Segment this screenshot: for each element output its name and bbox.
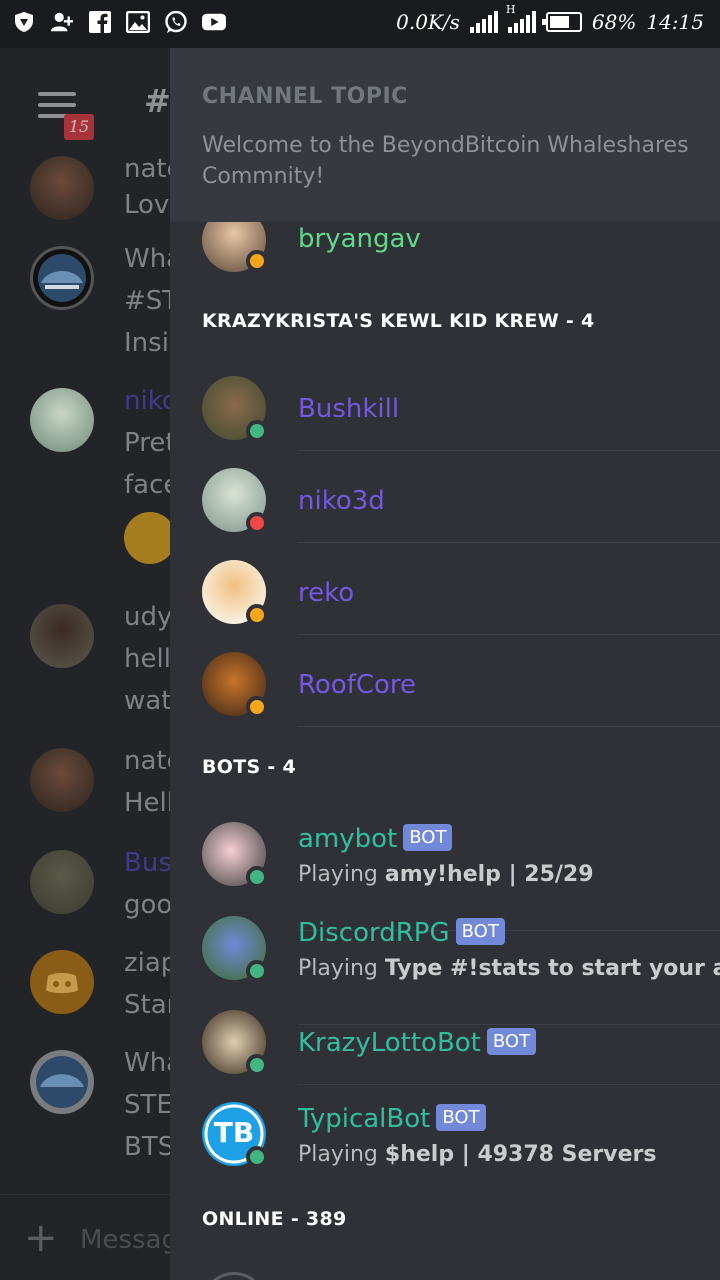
activity-text: $help | 49378 Servers [384,1142,657,1167]
facebook-icon [88,10,112,34]
member-name: KrazyLottoBot [298,1028,481,1058]
section-header: BOTS - 4 [202,756,297,778]
member-name: amybot [298,824,398,854]
shield-icon [12,10,36,34]
image-icon [126,10,150,34]
member-list-drawer: CHANNEL TOPIC Welcome to the BeyondBitco… [170,32,720,1280]
unread-badge: 15 [64,114,94,140]
laughing-emoji-icon [124,512,176,564]
bot-tag: BOT [455,918,505,945]
divider [298,634,720,635]
member-name-line: amybot BOT [298,824,453,854]
message-placeholder[interactable]: Messag [80,1225,178,1255]
channel-hash: # [144,82,171,120]
signal-icon [469,11,498,33]
battery-percent: 68% [591,10,637,34]
channel-topic-text: Welcome to the BeyondBitcoin Whaleshares… [202,133,689,189]
member-activity: Playing amy!help | 25/29 [298,862,594,887]
divider [298,1024,720,1025]
signal-h-icon: H [506,3,536,33]
message-text: Hell [124,788,174,818]
member-name: Bushkill [298,394,400,424]
avatar [30,604,94,668]
discord-icon [30,950,94,1014]
avatar [30,1050,94,1114]
divider [298,450,720,451]
member-name: bryangav [298,224,421,254]
status-bar: 0.0K/s H 68% 14:15 [0,0,720,48]
bot-tag: BOT [403,824,453,851]
divider [298,542,720,543]
avatar [202,1272,266,1280]
online-status-icon [246,1054,268,1076]
online-status-icon [246,866,268,888]
divider [298,1084,720,1085]
avatar [30,246,94,310]
channel-topic-panel: CHANNEL TOPIC Welcome to the BeyondBitco… [170,32,720,222]
activity-text: Type #!stats to start your adv... [384,956,720,981]
message-text: hell [124,644,171,674]
member-name-line: DiscordRPG BOT [298,918,505,948]
idle-status-icon [246,696,268,718]
member-name-line: TypicalBot BOT [298,1104,486,1134]
battery-icon [541,12,582,32]
online-status-icon [246,420,268,442]
member-activity: Playing Type #!stats to start your adv..… [298,956,720,981]
message-text: STE [124,1090,173,1120]
section-header: ONLINE - 389 [202,1208,347,1230]
avatar [30,748,94,812]
activity-prefix: Playing [298,956,385,981]
member-name: niko3d [298,486,385,516]
idle-status-icon [246,250,268,272]
add-person-icon [50,10,74,34]
message-text: Pret [124,428,176,458]
message-text: BTS [124,1132,175,1162]
network-speed: 0.0K/s [396,10,460,34]
bot-tag: BOT [486,1028,537,1055]
channel-topic-title: CHANNEL TOPIC [202,84,408,109]
network-type: H [505,3,516,16]
online-status-icon [246,1146,268,1168]
avatar [30,850,94,914]
clock: 14:15 [646,10,704,34]
plus-icon[interactable]: + [24,1215,58,1261]
whatsapp-icon [164,10,188,34]
youtube-icon [202,10,226,34]
idle-status-icon [246,604,268,626]
section-header: KRAZYKRISTA'S KEWL KID KREW - 4 [202,310,595,332]
activity-text: amy!help | 25/29 [384,862,594,887]
bot-tag: BOT [436,1104,486,1131]
avatar [30,156,94,220]
member-name: DiscordRPG [298,918,450,948]
avatar [30,388,94,452]
member-name: RoofCore [298,670,417,700]
member-name: reko [298,578,355,608]
member-name-line: KrazyLottoBot BOT [298,1028,537,1058]
divider [298,726,720,727]
dnd-status-icon [246,512,268,534]
online-status-icon [246,960,268,982]
avatar-text: TB [213,1116,255,1149]
member-name: TypicalBot [298,1104,431,1134]
activity-prefix: Playing [298,862,385,887]
message-author: udy [124,602,173,632]
member-activity: Playing $help | 49378 Servers [298,1142,656,1167]
activity-prefix: Playing [298,1142,385,1167]
